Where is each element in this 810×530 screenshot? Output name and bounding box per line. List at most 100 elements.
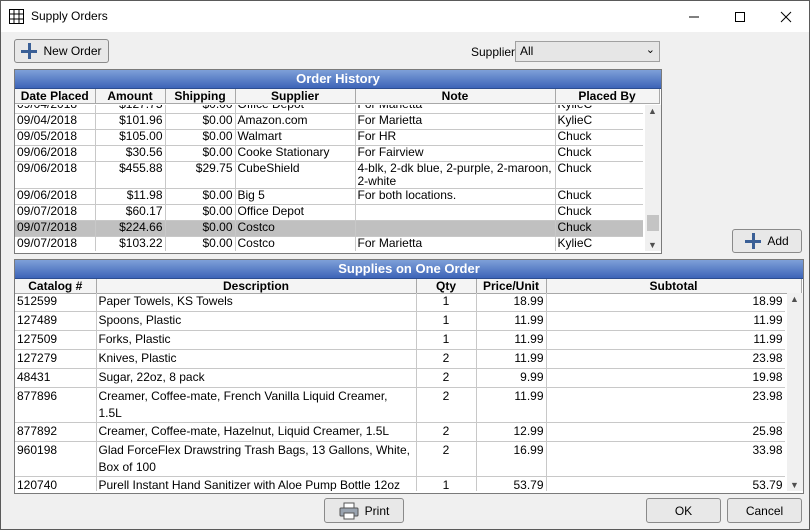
grid-app-icon [9, 9, 24, 24]
supplies-cell: 11.99 [546, 330, 785, 350]
supplies-body[interactable]: 512599 Paper Towels, KS Towels 1 18.99 18.99… [15, 293, 785, 491]
order-history-cell: For Marietta [355, 113, 556, 130]
order-history-scrollbar[interactable]: ▲ ▼ [645, 105, 661, 251]
order-history-cell: $29.75 [165, 161, 236, 189]
supplies-row[interactable]: 127509 Forks, Plastic 1 11.99 11.99 [15, 330, 785, 350]
supplies-cell: 127489 [15, 311, 97, 331]
scroll-up-icon[interactable]: ▲ [790, 294, 799, 304]
supplies-row[interactable]: 48431 Sugar, 22oz, 8 pack 2 9.99 19.98 [15, 368, 785, 388]
supplies-column-header[interactable]: Subtotal [546, 279, 802, 294]
supplies-row[interactable]: 127279 Knives, Plastic 2 11.99 23.98 [15, 349, 785, 369]
order-history-cell: Office Depot [235, 204, 356, 221]
print-button[interactable]: Print [324, 498, 404, 523]
supplies-cell: 11.99 [476, 311, 547, 331]
order-history-cell: For Marietta [355, 105, 556, 114]
order-history-cell: 09/04/2018 [15, 113, 96, 130]
order-history-column-header[interactable]: Date Placed [15, 89, 96, 104]
order-history-cell: Amazon.com [235, 113, 356, 130]
order-history-cell: $224.66 [95, 220, 166, 237]
supply-orders-window: Supply Orders New Order Supplier All ⌄ O… [0, 0, 810, 530]
order-history-row[interactable]: 09/05/2018 $105.00 $0.00 Walmart For HR Chuck [15, 129, 643, 146]
order-history-row[interactable]: 09/06/2018 $11.98 $0.00 Big 5 For both locat… [15, 188, 643, 205]
order-history-cell: For Marietta [355, 236, 556, 251]
supplies-cell: Knives, Plastic [96, 349, 417, 369]
supplies-row[interactable]: 877892 Creamer, Coffee-mate, Hazelnut, Li… [15, 422, 785, 442]
order-history-row[interactable]: 09/07/2018 $224.66 $0.00 Costco Chuck [15, 220, 643, 237]
supplies-cell: 960198 [15, 441, 97, 477]
supplies-row[interactable]: 877896 Creamer, Coffee-mate, French Vanil… [15, 387, 785, 423]
order-history-cell: $455.88 [95, 161, 166, 189]
supplier-select[interactable]: All ⌄ [515, 41, 660, 62]
order-history-body[interactable]: 09/04/2018$127.75$0.00Office DepotFor Ma… [15, 105, 643, 251]
scroll-down-icon[interactable]: ▼ [648, 240, 657, 250]
ok-button[interactable]: OK [646, 498, 721, 523]
new-order-button[interactable]: New Order [14, 39, 109, 63]
supplies-cell: 18.99 [546, 293, 785, 312]
maximize-button[interactable] [717, 1, 763, 32]
minimize-icon [689, 16, 699, 17]
add-button[interactable]: Add [732, 229, 802, 253]
supplies-column-header[interactable]: Qty [416, 279, 477, 294]
order-history-column-header[interactable]: Placed By [555, 89, 660, 104]
scroll-down-icon[interactable]: ▼ [790, 480, 799, 490]
scroll-thumb[interactable] [647, 215, 659, 231]
order-history-cell: 09/07/2018 [15, 236, 96, 251]
order-history-cell: $11.98 [95, 188, 166, 205]
order-history-cell: Office Depot [235, 105, 356, 114]
supplies-row[interactable]: 960198 Glad ForceFlex Drawstring Trash Ba… [15, 441, 785, 477]
supplier-label: Supplier [471, 45, 516, 59]
order-history-cell: Walmart [235, 129, 356, 146]
new-order-label: New Order [43, 44, 102, 58]
close-button[interactable] [763, 1, 809, 32]
supplies-cell: 48431 [15, 368, 97, 388]
supplies-column-header[interactable]: Price/Unit [476, 279, 547, 294]
close-icon [780, 11, 792, 22]
supplies-row[interactable]: 127489 Spoons, Plastic 1 11.99 11.99 [15, 311, 785, 331]
order-history-cell: Costco [235, 236, 356, 251]
supplies-cell: Forks, Plastic [96, 330, 417, 350]
order-history-cell: Chuck [555, 129, 643, 146]
order-history-row[interactable]: 09/07/2018 $103.22 $0.00 Costco For Marietta… [15, 236, 643, 251]
plus-icon [745, 233, 762, 249]
supplies-cell: 23.98 [546, 387, 785, 423]
title-bar: Supply Orders [1, 1, 809, 32]
supplies-cell: 11.99 [546, 311, 785, 331]
supplies-cell: 11.99 [476, 387, 547, 423]
supplies-cell: 127279 [15, 349, 97, 369]
supplies-grid: Supplies on One Order Catalog # Descripti… [14, 259, 804, 494]
order-history-caption: Order History [15, 70, 661, 89]
order-history-cell [355, 204, 556, 221]
supplies-column-header[interactable]: Description [96, 279, 417, 294]
order-history-cell: $0.00 [165, 113, 236, 130]
scroll-up-icon[interactable]: ▲ [648, 106, 657, 116]
minimize-button[interactable] [671, 1, 717, 32]
supplies-scrollbar[interactable]: ▲ ▼ [787, 293, 803, 491]
order-history-row[interactable]: 09/07/2018 $60.17 $0.00 Office Depot Chuck [15, 204, 643, 221]
order-history-cell: Chuck [555, 145, 643, 162]
cancel-button[interactable]: Cancel [727, 498, 802, 523]
supplies-row[interactable]: 512599 Paper Towels, KS Towels 1 18.99 18.99 [15, 293, 785, 312]
order-history-row[interactable]: 09/06/2018 $455.88 $29.75 CubeShield 4-blk, … [15, 161, 643, 189]
order-history-row[interactable]: 09/06/2018 $30.56 $0.00 Cooke Stationary For… [15, 145, 643, 162]
order-history-row[interactable]: 09/04/2018 $101.96 $0.00 Amazon.com For Mari… [15, 113, 643, 130]
supplies-row[interactable]: 120740 Purell Instant Hand Sanitizer with… [15, 476, 785, 491]
order-history-column-header[interactable]: Supplier [235, 89, 356, 104]
supplies-column-header[interactable]: Catalog # [15, 279, 97, 294]
supplies-cell: 23.98 [546, 349, 785, 369]
order-history-cell: $0.00 [165, 188, 236, 205]
order-history-cell: 09/06/2018 [15, 188, 96, 205]
supplies-cell: 11.99 [476, 349, 547, 369]
ok-label: OK [674, 503, 693, 518]
supplies-cell: 127509 [15, 330, 97, 350]
supplies-cell: Spoons, Plastic [96, 311, 417, 331]
supplies-cell: Creamer, Coffee-mate, Hazelnut, Liquid C… [96, 422, 417, 442]
order-history-cell: For both locations. [355, 188, 556, 205]
order-history-column-header[interactable]: Note [355, 89, 556, 104]
order-history-cell [355, 220, 556, 237]
supplies-cell: 53.79 [476, 476, 547, 491]
order-history-column-header[interactable]: Shipping [165, 89, 236, 104]
supplies-cell: Paper Towels, KS Towels [96, 293, 417, 312]
order-history-column-header[interactable]: Amount [95, 89, 166, 104]
order-history-row[interactable]: 09/04/2018$127.75$0.00Office DepotFor Ma… [15, 105, 643, 114]
supplies-cell: 25.98 [546, 422, 785, 442]
